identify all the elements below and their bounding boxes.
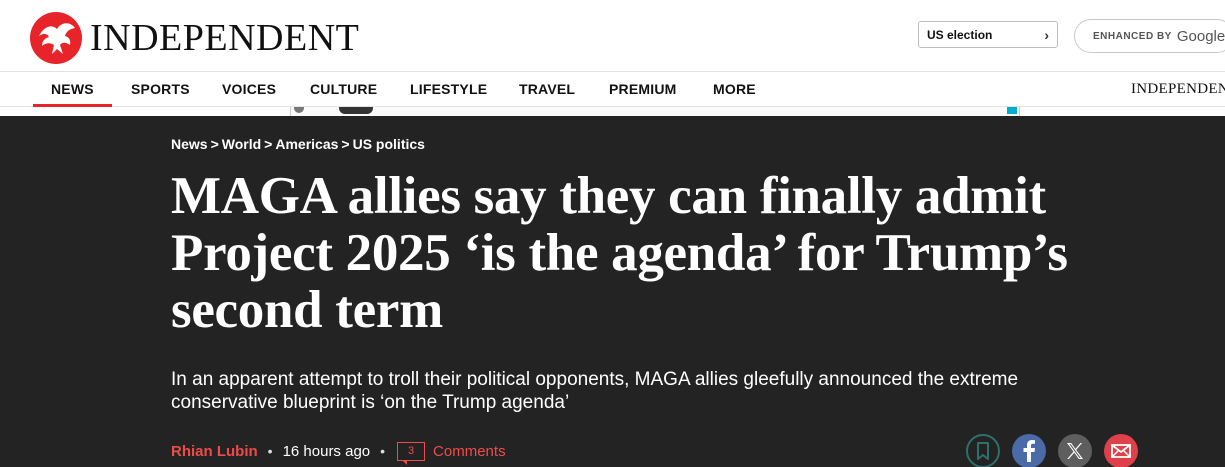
breadcrumb-item-us-politics[interactable]: US politics (353, 136, 425, 152)
nav-item-travel[interactable]: TRAVEL (519, 72, 575, 107)
us-election-label: US election (927, 27, 993, 42)
adchoices-icon[interactable] (1007, 107, 1017, 114)
comments-link[interactable]: Comments (433, 443, 506, 460)
bookmark-icon (977, 442, 989, 460)
advertisement-banner[interactable] (290, 107, 1020, 116)
bookmark-button[interactable] (966, 434, 1000, 467)
facebook-share-button[interactable] (1012, 434, 1046, 467)
breadcrumb: News > World > Americas > US politics (171, 136, 425, 152)
byline-separator-dot: • (267, 443, 273, 459)
publish-time: 16 hours ago (282, 442, 371, 460)
comment-count-icon[interactable]: 3 (397, 441, 426, 465)
nav-item-voices[interactable]: VOICES (222, 72, 276, 107)
us-election-button[interactable]: US election › (918, 21, 1058, 48)
main-nav: NEWS SPORTS VOICES CULTURE LIFESTYLE TRA… (0, 72, 1225, 107)
byline-separator-dot: • (380, 443, 386, 459)
eagle-logo-icon (30, 12, 82, 64)
author-link[interactable]: Rhian Lubin (171, 443, 258, 460)
breadcrumb-separator: > (341, 136, 350, 152)
breadcrumb-item-americas[interactable]: Americas (275, 136, 338, 152)
nav-item-sports[interactable]: SPORTS (131, 72, 190, 107)
nav-item-culture[interactable]: CULTURE (310, 72, 377, 107)
ad-image (294, 107, 304, 113)
nav-item-news[interactable]: NEWS (33, 72, 112, 107)
article-header: News > World > Americas > US politics MAGA all… (0, 116, 1225, 467)
search-enhanced-label: ENHANCED BY (1093, 30, 1172, 42)
nav-item-more[interactable]: MORE (713, 72, 756, 107)
nav-item-lifestyle[interactable]: LIFESTYLE (410, 72, 487, 107)
site-logo-text: INDEPENDENT (90, 17, 360, 59)
email-share-button[interactable] (1104, 434, 1138, 467)
breadcrumb-item-world[interactable]: World (222, 136, 261, 152)
mail-icon (1111, 444, 1131, 458)
site-header: INDEPENDENT US election › ENHANCED BY Go… (0, 0, 1225, 72)
site-logo[interactable]: INDEPENDENT (30, 12, 359, 64)
x-icon (1067, 443, 1083, 459)
x-share-button[interactable] (1058, 434, 1092, 467)
breadcrumb-separator: > (210, 136, 219, 152)
breadcrumb-item-news[interactable]: News (171, 136, 208, 152)
breadcrumb-separator: > (264, 136, 273, 152)
chevron-right-icon: › (1044, 26, 1049, 43)
search-input[interactable]: ENHANCED BY Google (1074, 19, 1225, 53)
nav-brand-logo[interactable]: INDEPENDENT (1131, 72, 1225, 107)
article-headline: MAGA allies say they can finally admit P… (171, 167, 1068, 339)
nav-item-premium[interactable]: PREMIUM (609, 72, 677, 107)
ad-image (339, 107, 373, 114)
facebook-icon (1023, 440, 1035, 462)
article-byline: Rhian Lubin • 16 hours ago • 3 Comments (171, 440, 506, 465)
article-standfirst: In an apparent attempt to troll their po… (171, 369, 1019, 413)
search-provider-label: Google (1176, 27, 1225, 45)
